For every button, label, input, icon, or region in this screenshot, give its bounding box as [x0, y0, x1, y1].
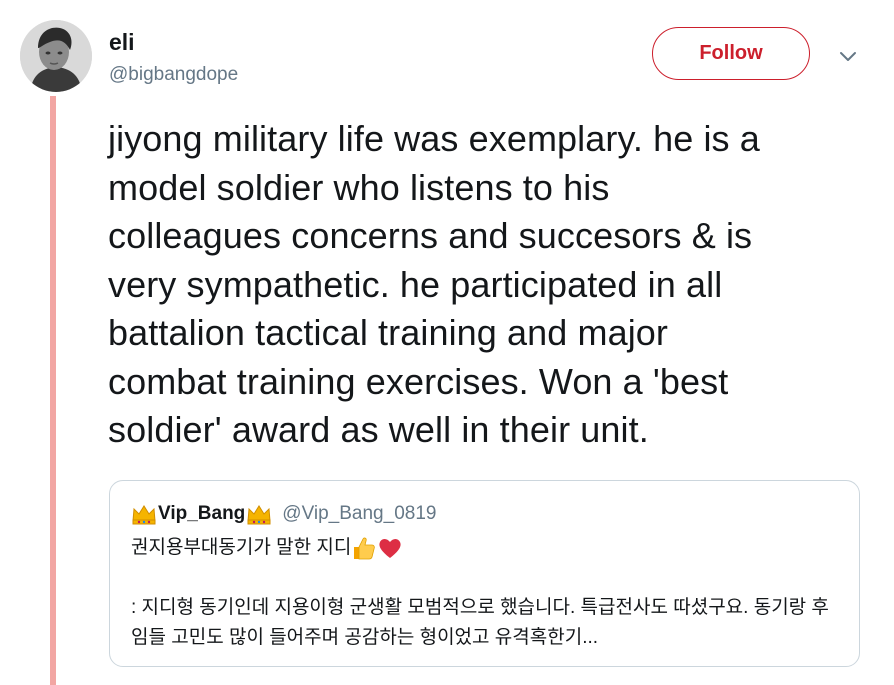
tweet-text: jiyong military life was exemplary. he i… [108, 118, 760, 450]
quoted-first-line-text: 권지용부대동기가 말한 지디 [131, 537, 352, 558]
quoted-tweet-header: Vip_Bang @Vip_Bang_0819 [131, 501, 436, 527]
crown-icon [247, 505, 271, 525]
author-handle[interactable]: @bigbangdope [109, 63, 238, 87]
thumbs-up-icon [354, 537, 376, 560]
follow-button[interactable]: Follow [652, 27, 810, 80]
avatar[interactable] [20, 20, 92, 92]
crown-icon [132, 505, 156, 525]
red-heart-icon [379, 539, 401, 558]
thread-connector-line [50, 96, 56, 685]
profile-photo-icon [20, 20, 92, 92]
quoted-display-name: Vip_Bang [158, 503, 246, 524]
quoted-handle: @Vip_Bang_0819 [282, 503, 437, 524]
author-display-name[interactable]: eli [109, 28, 135, 56]
quoted-first-line: 권지용부대동기가 말한 지디 [131, 534, 403, 562]
quoted-tweet-card[interactable]: Vip_Bang @Vip_Bang_0819 권지용부대동기가 말한 지디 :… [109, 480, 860, 667]
quoted-body-text: : 지디형 동기인데 지용이형 군생활 모범적으로 했습니다. 특급전사도 따셨… [131, 597, 829, 648]
chevron-down-icon[interactable] [836, 44, 860, 68]
